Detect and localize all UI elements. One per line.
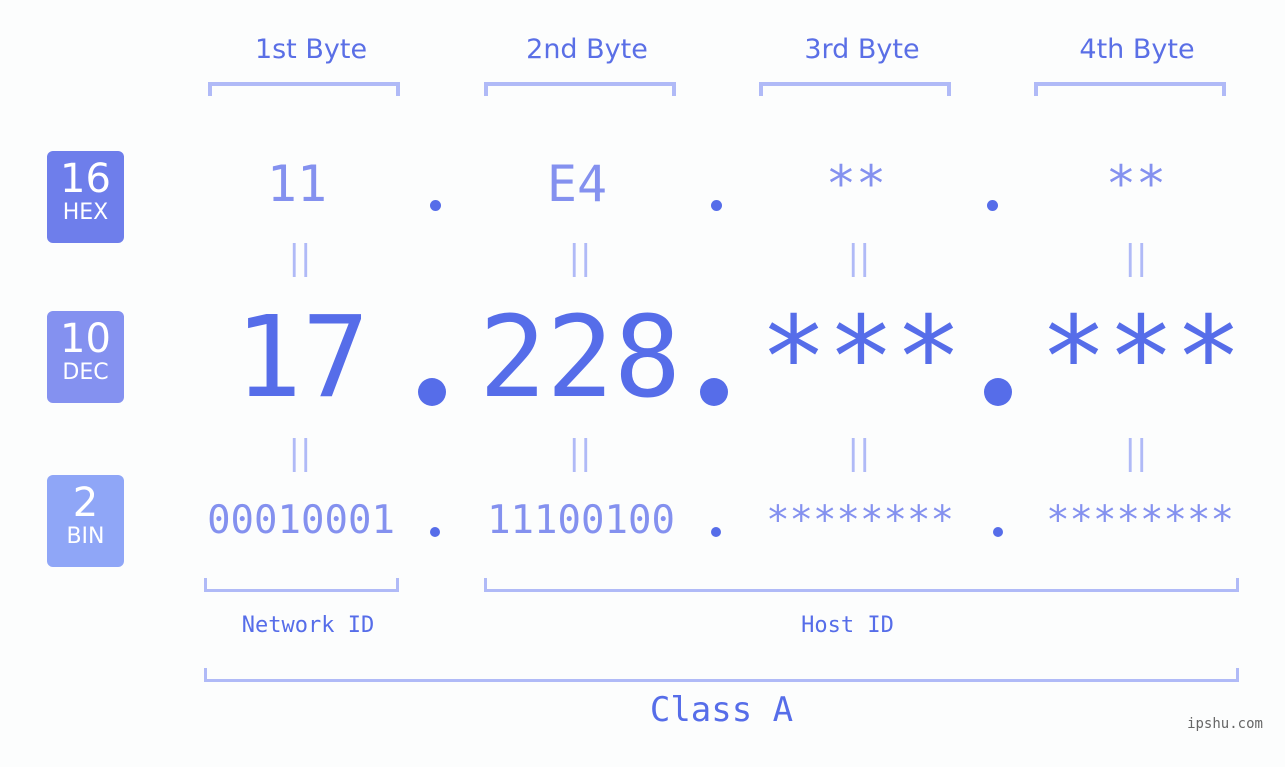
equals-dec-bin-3: ||	[847, 433, 871, 473]
watermark: ipshu.com	[1187, 716, 1263, 732]
bin-dot-3	[993, 527, 1003, 537]
equals-hex-dec-4: ||	[1124, 238, 1148, 278]
bin-value-2: 11100100	[487, 498, 675, 543]
equals-hex-dec-2: ||	[568, 238, 592, 278]
host-id-bracket	[484, 578, 1239, 592]
equals-dec-bin-1: ||	[288, 433, 312, 473]
hex-value-2: E4	[546, 155, 608, 213]
dec-dot-2	[700, 378, 728, 406]
dec-value-3: ***	[759, 293, 963, 423]
dec-dot-3	[984, 378, 1012, 406]
dec-value-1: 17	[234, 293, 370, 423]
hex-badge: 16 HEX	[47, 151, 124, 243]
byte-bracket-2	[484, 82, 676, 96]
byte-header-3: 3rd Byte	[804, 34, 920, 65]
hex-value-4: **	[1105, 155, 1167, 213]
byte-header-4: 4th Byte	[1079, 34, 1195, 65]
equals-dec-bin-2: ||	[568, 433, 592, 473]
dec-dot-1	[418, 378, 446, 406]
byte-bracket-4	[1034, 82, 1226, 96]
equals-hex-dec-3: ||	[847, 238, 871, 278]
class-bracket	[204, 668, 1239, 682]
dec-badge-label: DEC	[62, 360, 109, 385]
hex-value-1: 11	[266, 155, 328, 213]
equals-dec-bin-4: ||	[1124, 433, 1148, 473]
network-id-label: Network ID	[241, 613, 375, 638]
bin-value-4: ********	[1046, 498, 1234, 543]
bin-badge-number: 2	[72, 480, 99, 526]
dec-badge: 10 DEC	[47, 311, 124, 403]
byte-bracket-1	[208, 82, 400, 96]
dec-badge-number: 10	[60, 316, 111, 362]
network-id-bracket	[204, 578, 399, 592]
host-id-label: Host ID	[801, 613, 894, 638]
bin-badge-label: BIN	[66, 524, 105, 549]
byte-header-1: 1st Byte	[254, 34, 368, 65]
bin-value-1: 00010001	[207, 498, 395, 543]
dec-value-4: ***	[1039, 293, 1243, 423]
dec-value-2: 228	[478, 293, 682, 423]
bin-badge: 2 BIN	[47, 475, 124, 567]
byte-header-2: 2nd Byte	[526, 34, 648, 65]
bin-value-3: ********	[766, 498, 954, 543]
byte-bracket-3	[759, 82, 951, 96]
bin-dot-2	[711, 527, 721, 537]
hex-dot-3	[987, 200, 998, 211]
class-label: Class A	[649, 690, 794, 730]
hex-dot-1	[430, 200, 441, 211]
hex-badge-label: HEX	[62, 200, 109, 225]
equals-hex-dec-1: ||	[288, 238, 312, 278]
bin-dot-1	[430, 527, 440, 537]
hex-badge-number: 16	[60, 156, 111, 202]
hex-value-3: **	[825, 155, 887, 213]
hex-dot-2	[711, 200, 722, 211]
